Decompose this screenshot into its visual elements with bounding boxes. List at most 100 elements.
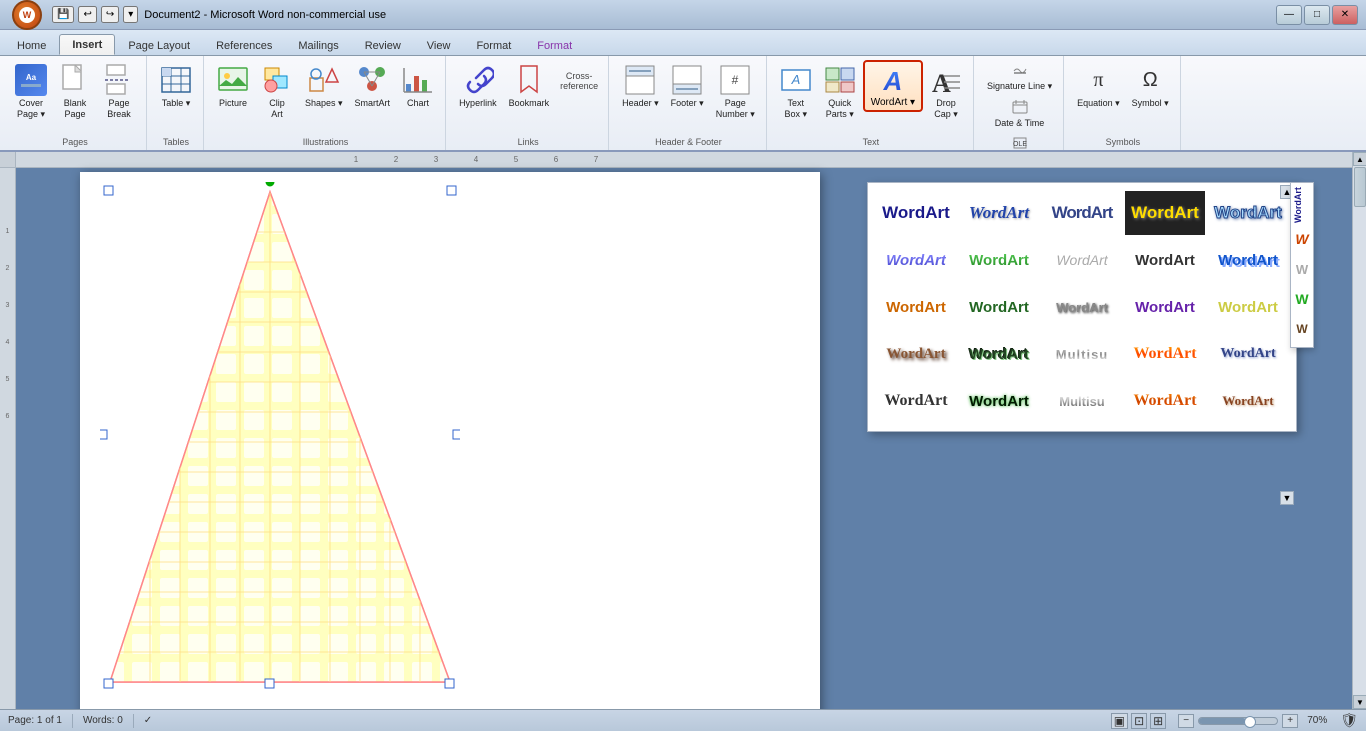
picture-button[interactable]: Picture [212,60,254,112]
blank-page-icon [59,64,91,96]
wordart-style-16[interactable]: WordArt [876,332,956,376]
print-layout-icon[interactable]: ▣ [1111,713,1128,729]
tab-mailings[interactable]: Mailings [285,35,351,55]
wordart-style-3[interactable]: WordArt [1042,191,1122,235]
page-break-button[interactable]: PageBreak [98,60,140,123]
wordart-style-20[interactable]: WordArt [1208,332,1288,376]
full-screen-icon[interactable]: ⊡ [1131,713,1147,729]
wordart-style-11[interactable]: WordArt [876,285,956,329]
footer-icon [671,64,703,96]
office-button[interactable]: W [12,0,42,30]
wordart-style-8[interactable]: WordArt [1042,238,1122,282]
wordart-style-19[interactable]: WordArt [1125,332,1205,376]
redo-btn[interactable]: ↪ [101,6,119,23]
cover-page-button[interactable]: Aa CoverPage ▾ [10,60,52,123]
pages-items: Aa CoverPage ▾ BlankPage PageBreak [10,60,140,137]
web-layout-icon[interactable]: ⊞ [1150,713,1166,729]
wordart-style-21[interactable]: WordArt [876,379,956,423]
tab-references[interactable]: References [203,35,285,55]
signature-line-button[interactable]: Signature Line ▾ [982,60,1057,95]
ruler-mark-5: 5 [496,155,536,164]
clip-art-button[interactable]: ClipArt [256,60,298,123]
zoom-level[interactable]: 70% [1302,715,1332,726]
ruler-mark-2: 2 [376,155,416,164]
cross-reference-button[interactable]: Cross-reference [556,60,602,94]
bookmark-button[interactable]: Bookmark [504,60,555,112]
table-button[interactable]: Table ▾ [155,60,197,112]
wordart-style-25[interactable]: WordArt [1208,379,1288,423]
wordart-style-7[interactable]: WordArt [959,238,1039,282]
ribbon-group-tables: Table ▾ Tables [149,56,204,150]
wordart-style-6[interactable]: WordArt [876,238,956,282]
wordart-style-4[interactable]: WordArt [1125,191,1205,235]
dropdown-btn[interactable]: ▾ [123,6,138,23]
wordart-strip-item-2[interactable]: W [1293,225,1311,253]
hyperlink-button[interactable]: Hyperlink [454,60,502,112]
wordart-style-12[interactable]: WordArt [959,285,1039,329]
text-box-button[interactable]: A TextBox ▾ [775,60,817,123]
wordart-style-17[interactable]: WordArt [959,332,1039,376]
quick-access-toolbar: 💾 ↩ ↪ ▾ [52,6,138,23]
wordart-style-2[interactable]: WordArt [959,191,1039,235]
close-button[interactable]: ✕ [1332,5,1358,25]
footer-button[interactable]: Footer ▾ [666,60,709,112]
header-button[interactable]: Header ▾ [617,60,664,112]
wordart-scroll-down[interactable]: ▼ [1280,491,1294,505]
tab-insert[interactable]: Insert [59,34,115,55]
maximize-button[interactable]: □ [1304,5,1330,25]
tab-pagelayout[interactable]: Page Layout [115,35,203,55]
document-page: Just a Girl and Her Blog [80,172,820,709]
cover-page-icon: Aa [15,64,47,96]
triangle-shape-container [100,182,460,692]
wordart-strip-item-5[interactable]: W [1293,315,1311,343]
drop-cap-button[interactable]: A DropCap ▾ [925,60,967,123]
zoom-bar[interactable] [1198,717,1278,725]
quick-parts-button[interactable]: QuickParts ▾ [819,60,861,123]
date-time-button[interactable]: Date & Time [982,97,1057,131]
shapes-button[interactable]: Shapes ▾ [300,60,348,112]
wordart-style-9[interactable]: WordArt [1125,238,1205,282]
wordart-style-18[interactable]: Multisu [1042,332,1122,376]
wordart-style-1[interactable]: WordArt [876,191,956,235]
zoom-controls: ▣ ⊡ ⊞ − + 70% 🛡 [1111,712,1358,729]
tab-format[interactable]: Format [463,35,524,55]
equation-button[interactable]: π Equation ▾ [1072,60,1125,112]
ruler-mark-7: 7 [576,155,616,164]
symbol-button[interactable]: Ω Symbol ▾ [1127,60,1174,112]
wordart-style-14[interactable]: WordArt [1125,285,1205,329]
wordart-strip-item-3[interactable]: W [1293,255,1311,283]
wordart-strip-item-1[interactable]: WordArt [1293,187,1311,223]
scroll-thumb[interactable] [1354,167,1366,207]
wordart-style-23[interactable]: Multisu [1042,379,1122,423]
tab-drawingtools-format[interactable]: Format [524,35,585,55]
page-number-button[interactable]: # PageNumber ▾ [711,60,760,123]
wordart-style-5[interactable]: WordArt [1208,191,1288,235]
zoom-out-button[interactable]: − [1178,714,1194,728]
wordart-style-22[interactable]: WordArt [959,379,1039,423]
wordart-style-10[interactable]: WordArt [1208,238,1288,282]
tab-home[interactable]: Home [4,35,59,55]
save-btn[interactable]: 💾 [52,6,74,23]
scroll-up-button[interactable]: ▲ [1353,152,1366,166]
check-icon[interactable]: ✓ [144,715,152,726]
wordart-strip-item-4[interactable]: W [1293,285,1311,313]
chart-button[interactable]: Chart [397,60,439,112]
shapes-label: Shapes ▾ [305,98,343,109]
minimize-button[interactable]: — [1276,5,1302,25]
ruler-corner [0,152,16,168]
smartart-button[interactable]: SmartArt [350,60,396,112]
wordart-style-15[interactable]: WordArt [1208,285,1288,329]
undo-btn[interactable]: ↩ [78,6,96,23]
tab-view[interactable]: View [414,35,464,55]
zoom-handle[interactable] [1244,716,1256,728]
wordart-style-24[interactable]: WordArt [1125,379,1205,423]
wordart-style-13[interactable]: WordArt [1042,285,1122,329]
tab-review[interactable]: Review [352,35,414,55]
scroll-track[interactable] [1353,166,1366,695]
blank-page-button[interactable]: BlankPage [54,60,96,123]
page-status: Page: 1 of 1 [8,715,62,726]
scroll-down-button[interactable]: ▼ [1353,695,1366,709]
tables-group-label: Tables [163,137,189,150]
wordart-button[interactable]: A WordArt ▾ [863,60,923,112]
zoom-in-button[interactable]: + [1282,714,1298,728]
